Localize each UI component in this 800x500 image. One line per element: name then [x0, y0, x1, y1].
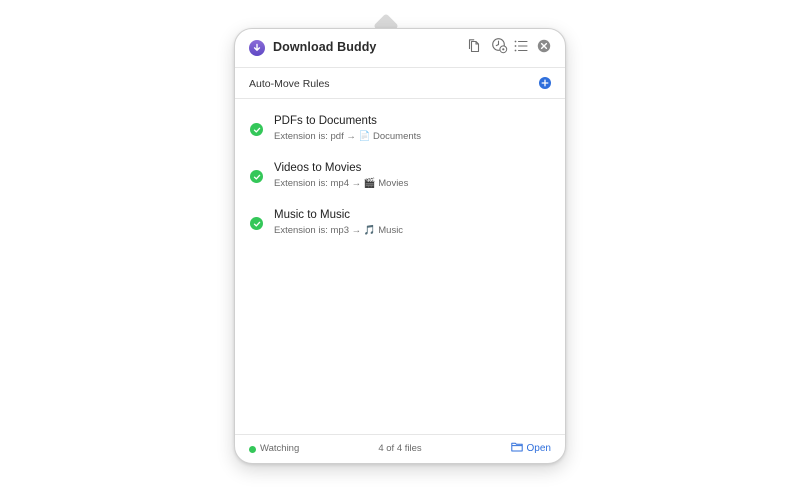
rule-destination: Music	[378, 225, 404, 236]
rule-condition: Extension is: mp4	[274, 178, 349, 189]
download-buddy-popover: Download Buddy Auto-Move Rules PDFs to D…	[234, 28, 566, 464]
plus-icon	[541, 74, 549, 92]
rule-destination: Movies	[378, 178, 409, 189]
rule-condition: Extension is: pdf	[274, 131, 344, 142]
open-label: Open	[526, 443, 551, 454]
header: Download Buddy	[235, 29, 565, 68]
clapperboard-icon: 🎬	[363, 178, 376, 189]
rule-destination: Documents	[372, 131, 422, 142]
footer: Watching 4 of 4 files Open	[235, 434, 565, 463]
rule-detail: Extension is: mp4 → 🎬 Movies	[274, 178, 408, 189]
rule-detail: Extension is: mp3 → 🎵 Music	[274, 225, 403, 236]
open-button[interactable]: Open	[510, 442, 551, 455]
rule-name: Videos to Movies	[274, 162, 362, 174]
list-item[interactable]: Music to Music Extension is: mp3 → 🎵 Mus…	[235, 207, 565, 254]
list-item[interactable]: PDFs to Documents Extension is: pdf → 📄 …	[235, 113, 565, 160]
check-circle-icon[interactable]	[250, 123, 263, 136]
check-circle-icon[interactable]	[250, 217, 263, 230]
music-note-icon: 🎵	[363, 225, 376, 236]
arrow-right-icon: →	[346, 131, 356, 142]
add-rule-button[interactable]	[539, 77, 551, 89]
close-icon	[537, 39, 551, 58]
close-button[interactable]	[535, 39, 553, 57]
app-title: Download Buddy	[273, 40, 377, 54]
folder-icon	[510, 442, 523, 455]
download-icon	[249, 40, 265, 56]
list-icon	[513, 38, 529, 59]
arrow-right-icon: →	[351, 178, 362, 189]
stage: Download Buddy Auto-Move Rules PDFs to D…	[0, 0, 800, 500]
rule-condition: Extension is: mp3	[274, 225, 349, 236]
rule-name: PDFs to Documents	[274, 115, 377, 127]
clock-settings-icon	[491, 37, 508, 59]
copy-files-icon	[466, 38, 482, 59]
arrow-right-icon: →	[351, 225, 362, 236]
schedule-settings-button[interactable]	[490, 37, 508, 59]
list-view-button[interactable]	[512, 39, 530, 57]
section-title: Auto-Move Rules	[249, 78, 330, 90]
list-item[interactable]: Videos to Movies Extension is: mp4 → 🎬 M…	[235, 160, 565, 207]
rules-list: PDFs to Documents Extension is: pdf → 📄 …	[235, 113, 565, 254]
rule-name: Music to Music	[274, 209, 351, 221]
document-icon: 📄	[358, 131, 371, 142]
copy-files-button[interactable]	[465, 38, 483, 59]
check-circle-icon[interactable]	[250, 170, 263, 183]
auto-move-rules-header: Auto-Move Rules	[235, 68, 565, 99]
rule-detail: Extension is: pdf → 📄 Documents	[274, 131, 421, 142]
